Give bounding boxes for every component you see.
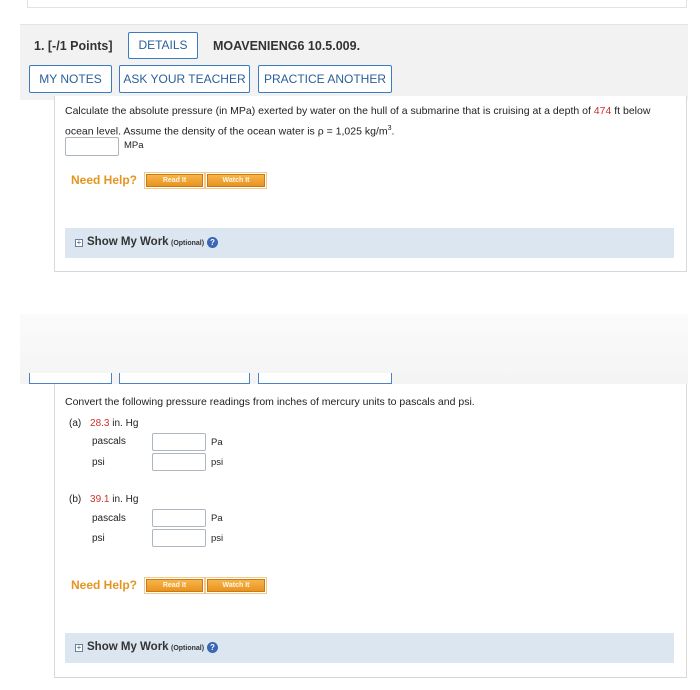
part-b-value: 39.1 — [90, 494, 110, 505]
question-2-ask-teacher-button[interactable] — [119, 373, 250, 384]
need-help-label: Need Help? — [71, 173, 138, 187]
plus-box-icon[interactable]: + — [75, 239, 83, 247]
watch-it-button-2[interactable]: Watch It — [205, 577, 267, 594]
question-1-code: MOAVENIENG6 10.5.009. — [213, 39, 361, 53]
optional-label: (Optional) — [171, 240, 205, 247]
practice-another-button[interactable]: PRACTICE ANOTHER — [258, 65, 392, 93]
part-b-heading: (b) 39.1 in. Hg — [69, 494, 139, 505]
part-b-pa-unit: Pa — [211, 513, 223, 524]
ask-teacher-button[interactable]: ASK YOUR TEACHER — [119, 65, 250, 93]
need-help-label-2: Need Help? — [71, 578, 138, 592]
part-b-pascals-input[interactable] — [152, 509, 206, 527]
show-my-work-label-2[interactable]: Show My Work — [87, 641, 169, 653]
depth-value: 474 — [593, 105, 612, 117]
mpa-answer-input[interactable] — [65, 137, 119, 156]
show-my-work-label[interactable]: Show My Work — [87, 236, 169, 248]
question-2-prompt: Convert the following pressure readings … — [65, 396, 475, 408]
help-circle-icon[interactable]: ? — [207, 642, 218, 653]
mpa-unit-label: MPa — [124, 140, 144, 151]
read-it-button-2[interactable]: Read It — [144, 577, 205, 594]
part-b-psi-input[interactable] — [152, 529, 206, 547]
my-notes-button[interactable]: MY NOTES — [29, 65, 112, 93]
part-a-pascals-label: pascals — [92, 436, 126, 447]
question-1-prompt: Calculate the absolute pressure (in MPa)… — [65, 105, 651, 138]
question-1-title: 1. [-/1 Points] — [34, 39, 113, 53]
part-b-psi-label: psi — [92, 533, 105, 544]
watch-it-button[interactable]: Watch It — [205, 172, 267, 189]
part-a-psi-input[interactable] — [152, 453, 206, 471]
help-circle-icon[interactable]: ? — [207, 237, 218, 248]
part-a-psi-label: psi — [92, 457, 105, 468]
plus-box-icon[interactable]: + — [75, 644, 83, 652]
previous-section-edge — [27, 0, 687, 8]
part-a-pascals-input[interactable] — [152, 433, 206, 451]
read-it-button[interactable]: Read It — [144, 172, 205, 189]
part-b-psi-unit: psi — [211, 533, 224, 544]
part-a-psi-unit: psi — [211, 457, 224, 468]
part-a-pa-unit: Pa — [211, 437, 223, 448]
optional-label-2: (Optional) — [171, 645, 205, 652]
part-a-value: 28.3 — [90, 418, 110, 429]
part-a-heading: (a) 28.3 in. Hg — [69, 418, 139, 429]
part-b-pascals-label: pascals — [92, 513, 126, 524]
details-button[interactable]: DETAILS — [128, 32, 198, 59]
question-2-notes-button[interactable] — [29, 373, 112, 384]
question-2-practice-button[interactable] — [258, 373, 392, 384]
